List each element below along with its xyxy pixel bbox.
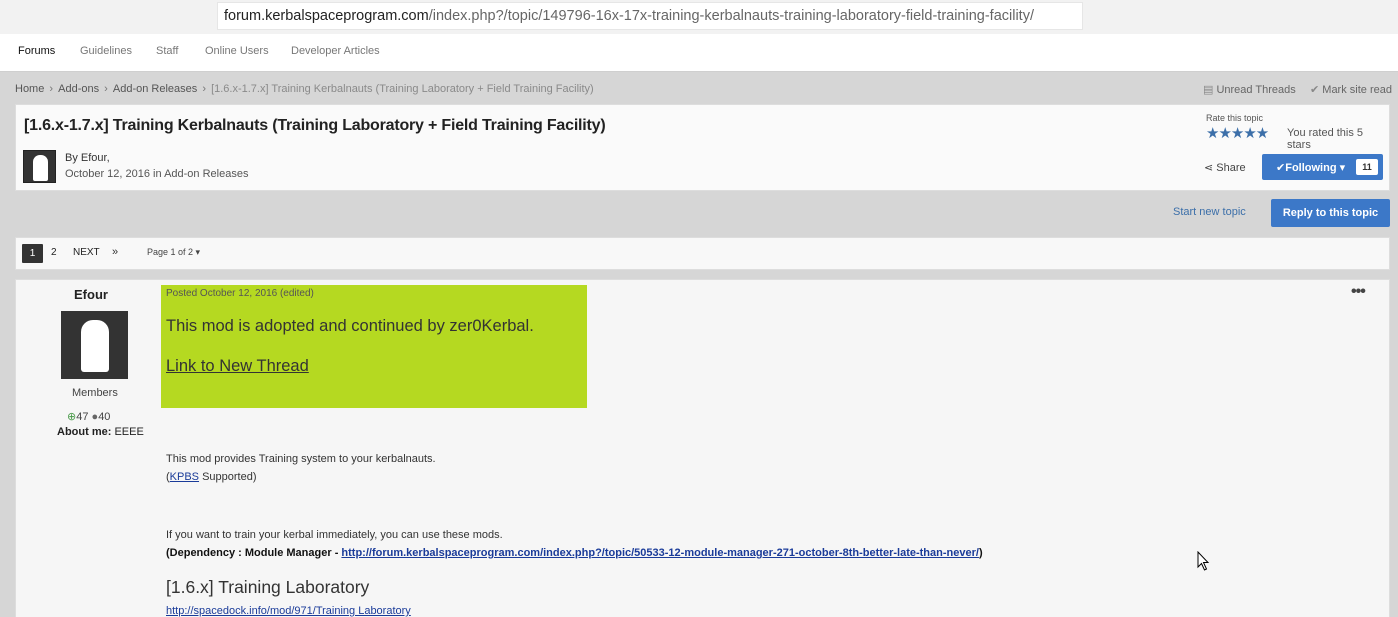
user-silhouette-icon [81, 320, 109, 372]
plus-circle-icon: ⊕ [67, 411, 77, 423]
last-page-button[interactable]: » [112, 246, 118, 258]
nav-developer-articles[interactable]: Developer Articles [291, 45, 380, 57]
nav-staff[interactable]: Staff [156, 45, 178, 57]
page-jump-dropdown[interactable]: Page 1 of 2 ▾ [147, 247, 200, 258]
share-button[interactable]: ⋖ Share [1204, 161, 1246, 174]
page-2-button[interactable]: 2 [51, 247, 57, 258]
post-count: 40 [98, 411, 111, 423]
breadcrumb-home[interactable]: Home [15, 83, 44, 95]
adoption-notice: Posted October 12, 2016 (edited) This mo… [161, 285, 587, 408]
reply-button[interactable]: Reply to this topic [1271, 199, 1390, 227]
rated-text: You rated this 5 stars [1287, 127, 1364, 151]
spacedock-link[interactable]: http://spacedock.info/mod/971/Training L… [166, 605, 411, 617]
avatar[interactable] [23, 150, 56, 183]
about-me: About me: EEEE [57, 426, 144, 438]
post: Efour Members ⊕47 ●40 About me: EEEE •••… [15, 279, 1390, 617]
new-thread-link[interactable]: Link to New Thread [166, 357, 309, 376]
adoption-text: This mod is adopted and continued by zer… [166, 317, 534, 335]
posted-date: Posted October 12, 2016 (edited) [166, 288, 314, 299]
about-label: About me: [57, 426, 112, 438]
page-of-label: Page 1 of 2 [147, 247, 194, 257]
share-label: Share [1216, 162, 1246, 174]
about-value: EEEE [114, 426, 144, 438]
following-button[interactable]: ✔Following ▾ 11 [1262, 154, 1383, 180]
browser-toolbar: forum.kerbalspaceprogram.com/index.php?/… [0, 0, 1398, 34]
unread-threads-link[interactable]: ▤ Unread Threads [1203, 83, 1296, 96]
url-path: /index.php?/topic/149796-16x-17x-trainin… [428, 8, 1034, 24]
dependency-suffix: ) [978, 547, 983, 559]
mouse-cursor-icon [1197, 551, 1210, 571]
star-rating[interactable]: ★★★★★ [1206, 124, 1269, 142]
chevron-right-icon: › [46, 83, 57, 95]
mark-read-label: Mark site read [1322, 84, 1392, 96]
dependency-line: (Dependency : Module Manager - http://fo… [166, 547, 983, 559]
mark-site-read-link[interactable]: ✔ Mark site read [1310, 83, 1392, 96]
breadcrumb-addon-releases[interactable]: Add-on Releases [113, 83, 197, 95]
caret-down-icon: ▾ [1336, 162, 1346, 174]
chevron-right-icon: › [199, 83, 210, 95]
check-icon: ✔ [1276, 162, 1286, 174]
topic-header: [1.6.x-1.7.x] Training Kerbalnauts (Trai… [15, 104, 1390, 191]
breadcrumb: Home › Add-ons › Add-on Releases › [1.6.… [15, 83, 594, 95]
page-1-button[interactable]: 1 [22, 244, 43, 263]
url-domain: forum.kerbalspaceprogram.com [224, 8, 429, 24]
topic-date: October 12, 2016 in Add-on Releases [65, 168, 249, 180]
train-line: If you want to train your kerbal immedia… [166, 529, 503, 541]
intro-line-2: (KPBS Supported) [166, 471, 257, 483]
breadcrumb-addons[interactable]: Add-ons [58, 83, 99, 95]
intro-line-1: This mod provides Training system to you… [166, 453, 436, 465]
chevron-right-icon: › [101, 83, 111, 95]
post-author-name[interactable]: Efour [74, 287, 108, 302]
topic-title: [1.6.x-1.7.x] Training Kerbalnauts (Trai… [24, 117, 606, 134]
member-group: Members [72, 387, 118, 399]
start-new-topic-link[interactable]: Start new topic [1173, 206, 1246, 218]
section-heading: [1.6.x] Training Laboratory [166, 577, 370, 597]
caret-down-icon: ▾ [193, 247, 201, 257]
breadcrumb-current: [1.6.x-1.7.x] Training Kerbalnauts (Trai… [211, 83, 594, 95]
nav-online-users[interactable]: Online Users [205, 45, 269, 57]
dependency-prefix: (Dependency : Module Manager - [166, 547, 342, 559]
unread-threads-label: Unread Threads [1216, 84, 1296, 96]
pagination: 1 2 NEXT » Page 1 of 2 ▾ [15, 237, 1390, 270]
share-icon: ⋖ [1204, 162, 1217, 174]
spacedock-line: http://spacedock.info/mod/971/Training L… [166, 605, 411, 617]
following-label: Following [1285, 162, 1337, 174]
avatar[interactable] [61, 311, 128, 379]
kpbs-link[interactable]: KPBS [170, 471, 199, 483]
forum-navbar: Forums Guidelines Staff Online Users Dev… [0, 34, 1398, 72]
reputation-count: 47 [76, 411, 89, 423]
user-silhouette-icon [33, 155, 48, 181]
topic-author[interactable]: By Efour, [65, 152, 110, 164]
rate-label: Rate this topic [1206, 113, 1264, 123]
inbox-icon: ▤ [1203, 84, 1217, 96]
check-icon: ✔ [1310, 84, 1323, 96]
address-bar[interactable]: forum.kerbalspaceprogram.com/index.php?/… [217, 2, 1083, 30]
more-options-icon[interactable]: ••• [1351, 283, 1366, 301]
supported-text: Supported) [199, 471, 257, 483]
follower-count: 11 [1356, 159, 1378, 175]
module-manager-link[interactable]: http://forum.kerbalspaceprogram.com/inde… [341, 547, 979, 559]
author-stats: ⊕47 ●40 [67, 410, 110, 423]
next-page-button[interactable]: NEXT [73, 247, 100, 258]
nav-guidelines[interactable]: Guidelines [80, 45, 132, 57]
nav-forums[interactable]: Forums [18, 45, 55, 57]
